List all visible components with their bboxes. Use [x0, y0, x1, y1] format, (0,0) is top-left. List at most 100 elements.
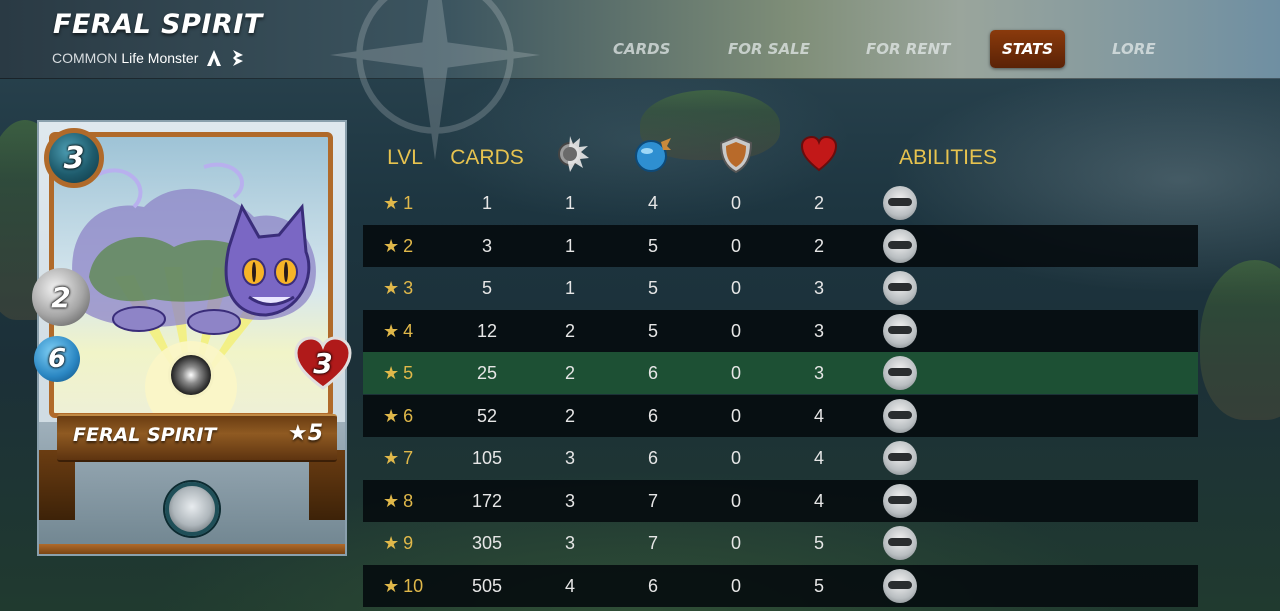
cards-cell: 1 — [481, 193, 492, 213]
level-cell: ★ 7 — [383, 437, 443, 479]
star-icon: ★ — [383, 405, 400, 426]
attack-cell: 1 — [564, 235, 575, 256]
dodge-icon[interactable] — [883, 271, 917, 305]
mana-cost-orb: 3 — [44, 128, 104, 188]
header-bar: FERAL SPIRIT COMMON Life Monster CARDS F… — [0, 0, 1280, 160]
cards-cell: 5 — [481, 278, 492, 298]
star-icon: ★ — [383, 235, 400, 256]
health-cell: 4 — [813, 405, 824, 426]
dodge-icon[interactable] — [883, 228, 917, 263]
health-cell: 2 — [813, 235, 824, 256]
health-cell: 3 — [813, 320, 824, 341]
tab-lore[interactable]: LORE — [1100, 30, 1168, 68]
level-value: 8 — [403, 490, 414, 511]
star-icon: ★ — [383, 448, 400, 468]
table-row: ★ 8 172 3 7 0 4 — [363, 479, 1198, 522]
star-icon: ★ — [383, 278, 400, 298]
cards-cell: 172 — [471, 490, 503, 511]
attack-cell: 3 — [564, 490, 575, 511]
armor-cell: 0 — [730, 533, 741, 553]
speed-cell: 7 — [647, 490, 658, 511]
tab-nav: CARDS FOR SALE FOR RENT STATS LORE — [0, 30, 1280, 68]
level-cell: ★ 1 — [383, 182, 443, 224]
attack-cell: 1 — [564, 193, 575, 213]
health-cell: 4 — [813, 448, 824, 468]
dodge-icon[interactable] — [883, 398, 917, 433]
table-row: ★ 9 305 3 7 0 5 — [363, 522, 1198, 564]
cards-cell: 12 — [476, 320, 498, 341]
armor-cell: 0 — [730, 235, 741, 256]
table-row: ★ 10 505 4 6 0 5 — [363, 564, 1198, 607]
health-cell: 5 — [813, 533, 824, 553]
attack-cell: 3 — [564, 533, 575, 553]
dodge-icon[interactable] — [883, 483, 917, 518]
dodge-icon[interactable] — [883, 313, 917, 348]
table-row: ★ 1 1 1 4 0 2 — [363, 182, 1198, 224]
speed-cell: 6 — [647, 448, 658, 468]
card-name: FERAL SPIRIT — [73, 424, 217, 446]
header-lvl: LVL — [387, 146, 423, 169]
cards-cell: 105 — [471, 448, 503, 468]
health-cell: 4 — [813, 490, 824, 511]
ability-cell — [883, 356, 919, 390]
speed-cell: 6 — [647, 575, 658, 596]
attack-cell: 1 — [564, 278, 575, 298]
attack-cell: 2 — [564, 405, 575, 426]
level-value: 3 — [403, 278, 414, 298]
ability-cell — [883, 271, 919, 305]
ability-cell — [883, 526, 919, 560]
star-icon: ★ — [383, 320, 400, 341]
health-value: 3 — [313, 346, 333, 380]
attack-cell: 3 — [564, 448, 575, 468]
tab-for-sale[interactable]: FOR SALE — [716, 30, 822, 68]
dodge-icon[interactable] — [883, 186, 917, 220]
armor-icon — [719, 135, 753, 174]
level-value: 9 — [403, 533, 414, 553]
card-ability-dodge-icon[interactable] — [165, 482, 219, 536]
health-icon — [800, 135, 838, 172]
dodge-icon[interactable] — [883, 356, 917, 390]
armor-cell: 0 — [730, 278, 741, 298]
dodge-icon[interactable] — [883, 441, 917, 475]
armor-cell: 0 — [730, 448, 741, 468]
life-element-gem-icon — [168, 352, 214, 398]
ability-cell — [883, 483, 919, 518]
dodge-icon[interactable] — [883, 568, 917, 603]
level-value: 6 — [403, 405, 414, 426]
health-cell: 3 — [813, 278, 824, 298]
table-row: ★ 4 12 2 5 0 3 — [363, 309, 1198, 352]
melee-attack-icon — [558, 136, 589, 172]
stats-table: LVL CARDS ABILITIES ★ 1 1 1 4 0 2 ★ 2 3 1 5 0 2 ★ 3 5 1 5 0… — [363, 130, 1198, 607]
level-value: 4 — [403, 320, 414, 341]
table-row: ★ 3 5 1 5 0 3 — [363, 267, 1198, 309]
header-cards: CARDS — [450, 146, 524, 169]
level-value: 1 — [403, 193, 414, 213]
card-name-banner: FERAL SPIRIT ★5 — [57, 414, 337, 462]
armor-cell: 0 — [730, 193, 741, 213]
ability-cell — [883, 313, 919, 348]
table-row: ★ 7 105 3 6 0 4 — [363, 437, 1198, 479]
speed-cell: 4 — [647, 193, 658, 213]
level-cell: ★ 6 — [383, 395, 443, 437]
level-value: 5 — [403, 363, 414, 383]
speed-cell: 5 — [647, 278, 658, 298]
level-value: 10 — [403, 575, 424, 596]
level-cell: ★ 8 — [383, 480, 443, 522]
tab-cards[interactable]: CARDS — [601, 30, 682, 68]
level-cell: ★ 9 — [383, 522, 443, 564]
attack-cell: 4 — [564, 575, 575, 596]
dodge-icon[interactable] — [883, 526, 917, 560]
level-cell: ★ 5 — [383, 352, 443, 394]
level-cell: ★ 3 — [383, 267, 443, 309]
cards-cell: 305 — [471, 533, 503, 553]
header-abilities: ABILITIES — [898, 146, 998, 169]
attack-cell: 2 — [564, 320, 575, 341]
speed-icon — [635, 138, 671, 172]
level-value: 7 — [403, 448, 414, 468]
level-cell: ★ 4 — [383, 310, 443, 352]
tab-for-rent[interactable]: FOR RENT — [854, 30, 962, 68]
armor-cell: 0 — [730, 363, 741, 383]
speed-cell: 6 — [647, 405, 658, 426]
tab-stats[interactable]: STATS — [990, 30, 1065, 68]
speed-cell: 7 — [647, 533, 658, 553]
